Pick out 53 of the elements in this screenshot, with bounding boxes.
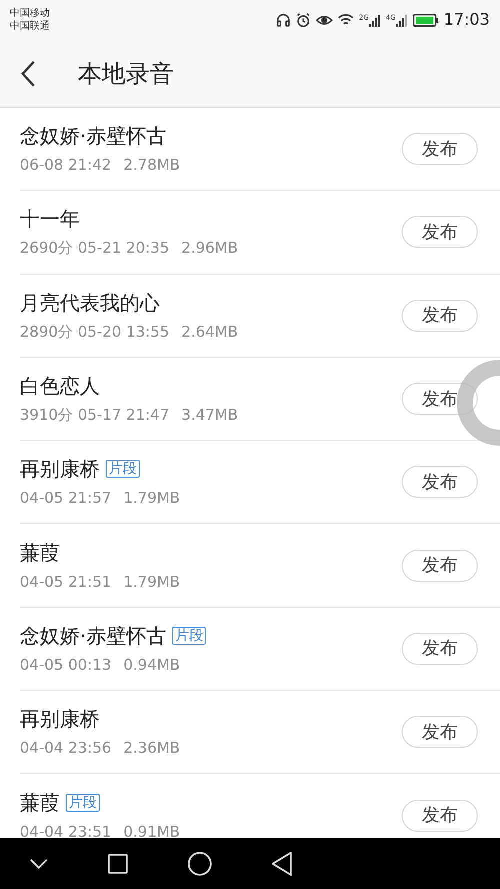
- recording-info: 04-04 23:51: [20, 822, 112, 838]
- recents-icon[interactable]: [108, 854, 128, 874]
- publish-button[interactable]: 发布: [402, 800, 478, 832]
- recording-title: 念奴娇·赤壁怀古: [20, 624, 166, 648]
- recording-info: 2690分 05-21 20:35: [20, 239, 170, 258]
- file-size: 1.79MB: [124, 489, 180, 508]
- recording-info: 3910分 05-17 21:47: [20, 406, 170, 424]
- carrier-name: 中国联通: [10, 20, 50, 33]
- file-size: 2.96MB: [182, 239, 238, 258]
- clip-badge: 片段: [66, 794, 100, 812]
- recording-title: 再别康桥: [20, 457, 100, 482]
- clip-badge: 片段: [172, 626, 206, 645]
- recording-info: 04-05 21:57: [20, 489, 112, 508]
- page-title: 本地录音: [78, 58, 174, 90]
- recording-title: 月亮代表我的心: [20, 290, 160, 315]
- wifi-icon: [338, 13, 354, 27]
- publish-button[interactable]: 发布: [402, 466, 478, 498]
- clock-time: 17:03: [444, 9, 490, 31]
- recording-info: 06-08 21:42: [20, 156, 112, 174]
- back-icon: [20, 60, 36, 88]
- recording-title: 白色恋人: [20, 374, 100, 398]
- carrier-name: 中国移动: [10, 7, 50, 20]
- recording-title: 念奴娇·赤壁怀古: [20, 124, 166, 148]
- collapse-icon[interactable]: [30, 858, 48, 868]
- publish-button[interactable]: 发布: [402, 550, 478, 582]
- file-size: 0.94MB: [124, 656, 180, 674]
- back-icon[interactable]: [272, 852, 292, 876]
- publish-button[interactable]: 发布: [402, 216, 478, 248]
- publish-button[interactable]: 发布: [402, 133, 478, 166]
- file-size: 0.91MB: [124, 822, 180, 838]
- file-size: 1.79MB: [124, 572, 180, 591]
- recording-title: 再别康桥: [20, 707, 100, 732]
- home-icon[interactable]: [188, 852, 212, 876]
- signal-icon: [396, 14, 408, 26]
- signal-icon: [369, 14, 381, 26]
- alarm-icon: [296, 12, 312, 28]
- clip-badge: 片段: [106, 460, 140, 478]
- recording-title: 蒹葭: [20, 540, 60, 565]
- file-size: 2.64MB: [182, 322, 238, 341]
- recording-info: 2890分 05-20 13:55: [20, 322, 170, 341]
- recording-info: 04-04 23:56: [20, 739, 112, 758]
- file-size: 3.47MB: [182, 406, 238, 424]
- publish-button[interactable]: 发布: [402, 300, 478, 332]
- headset-icon: [276, 12, 292, 28]
- publish-button[interactable]: 发布: [402, 716, 478, 748]
- battery-icon: [412, 14, 439, 26]
- recording-title: 蒹葭: [20, 790, 60, 815]
- recording-info: 04-05 21:51: [20, 572, 112, 591]
- recording-info: 04-05 00:13: [20, 656, 112, 674]
- publish-button[interactable]: 发布: [402, 632, 478, 665]
- file-size: 2.36MB: [124, 739, 180, 758]
- recording-title: 十一年: [20, 207, 80, 232]
- file-size: 2.78MB: [124, 156, 180, 174]
